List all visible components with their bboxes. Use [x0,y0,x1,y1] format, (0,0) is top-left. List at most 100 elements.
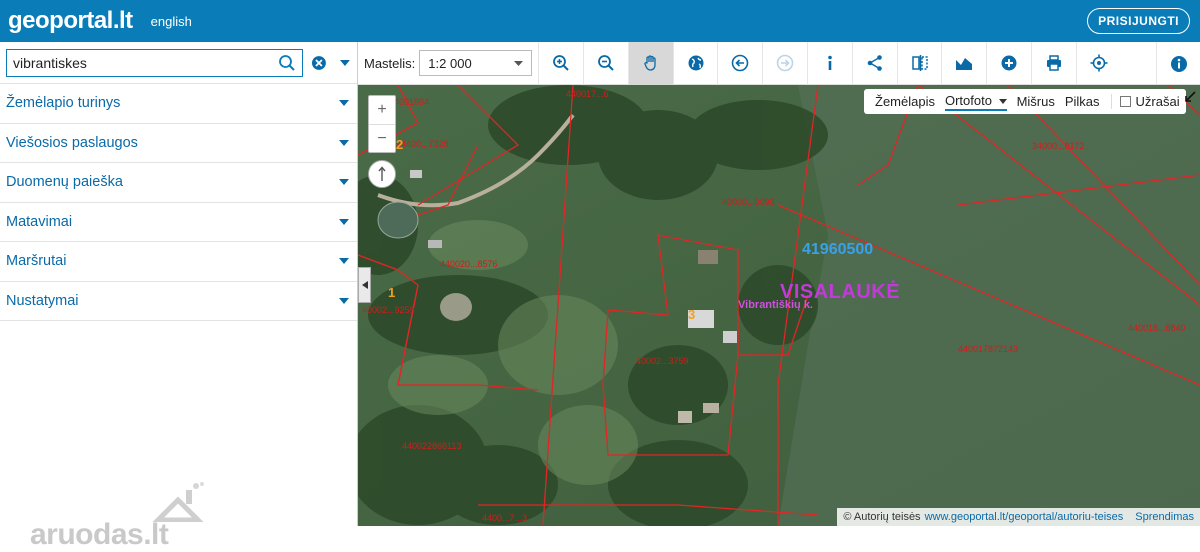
chevron-down-icon [998,98,1007,104]
plot-number-label: 2 [396,137,404,152]
map-zoom-in-button[interactable]: + [369,96,395,124]
profile-button[interactable] [941,41,986,85]
search-dropdown-icon[interactable] [339,59,351,67]
expand-arrow-icon[interactable] [1184,91,1196,103]
menu-item-settings[interactable]: Nustatymai [0,282,357,321]
menu-item-label: Matavimai [6,213,73,230]
locate-icon [1090,54,1108,72]
copyright-link[interactable]: www.geoportal.lt/geoportal/autoriu-teise… [925,511,1124,523]
zoom-in-button[interactable] [538,41,583,85]
add-icon [1001,55,1017,71]
copyright-text: © Autorių teisės [843,511,921,523]
menu-item-routes[interactable]: Maršrutai [0,242,357,282]
scale-value: 1:2 000 [428,55,472,71]
share-icon [867,55,882,71]
zoom-out-icon [598,55,614,71]
chevron-down-icon [339,179,349,186]
language-switch[interactable]: english [151,14,192,29]
info-circle-icon [1170,55,1187,72]
scale-label: Mastelis: [364,55,416,71]
parcel-label: 4091694 [394,97,430,107]
basemap-option-label: Ortofoto [944,92,992,108]
parcel-label: 440017...6 [566,89,609,99]
geoportal-logo[interactable]: geoportal.lt [8,7,133,35]
menu-item-public-services[interactable]: Viešosios paslaugos [0,124,357,163]
locate-button[interactable] [1075,41,1121,85]
parcel-label: 40000...0098 [722,197,775,207]
zoom-in-icon [553,55,569,71]
basemap-option-mixed[interactable]: Mišrus [1017,94,1055,109]
menu-item-label: Nustatymai [6,292,79,309]
help-info-button[interactable] [1156,42,1200,85]
chevron-down-icon [514,60,524,66]
globe-icon [688,55,704,71]
parcel-label: 40002...3759 [636,356,689,366]
pan-hand-icon [644,55,656,71]
plot-number-label: 3 [688,307,696,322]
menu-item-label: Viešosios paslaugos [6,134,138,151]
add-button[interactable] [986,41,1031,85]
map-attribution: © Autorių teisės www.geoportal.lt/geopor… [837,508,1200,526]
globe-button[interactable] [672,41,718,85]
print-button[interactable] [1031,41,1076,85]
parcel-label: 440022868113 [402,441,462,451]
tool-buttons [538,41,1121,85]
print-icon [1046,55,1061,71]
search-row [0,42,357,84]
parcel-label: 40002...9259 [362,305,415,315]
parcel-label: 440017872143 [958,344,1019,354]
basemap-option-map[interactable]: Žemėlapis [875,94,935,109]
menu-item-label: Žemėlapio turinys [6,95,121,112]
compare-button[interactable] [896,41,942,85]
collapse-sidebar-button[interactable] [358,267,371,303]
labels-toggle-label: Užrašai [1135,94,1180,109]
parcel-label: 34000...8172 [1032,141,1085,151]
parcel-label: 24400...7328 [396,139,449,149]
chevron-down-icon [339,139,349,146]
basemap-switcher: Žemėlapis Ortofoto Mišrus Pilkas Užrašai [864,89,1186,114]
forward-button[interactable] [762,41,807,85]
zoom-out-button[interactable] [583,41,628,85]
parcel-label: 440020...8576 [440,259,498,269]
sidebar: Žemėlapio turinys Viešosios paslaugos Du… [0,42,358,551]
info-icon [828,55,832,70]
scale-select[interactable]: 1:2 000 [419,50,533,76]
menu-item-measurements[interactable]: Matavimai [0,203,357,242]
info-button[interactable] [807,41,852,85]
parcel-label: 4400...7...3 [482,513,528,523]
share-button[interactable] [851,41,897,85]
basemap-option-orthophoto[interactable]: Ortofoto [944,92,1007,111]
plot-number-label: 1 [388,285,396,300]
chevron-down-icon [339,258,349,265]
search-input[interactable] [13,54,279,71]
chevron-down-icon [339,297,349,304]
pan-button[interactable] [627,41,673,85]
chevron-left-icon [361,281,368,289]
menu-item-data-search[interactable]: Duomenų paieška [0,163,357,203]
labels-toggle[interactable]: Užrašai [1110,94,1180,109]
back-button[interactable] [717,41,762,85]
search-icon[interactable] [278,54,296,72]
clear-icon[interactable] [311,55,327,71]
labels-checkbox[interactable] [1119,96,1131,107]
village-label: Vibrantiškių k. [738,299,813,311]
search-box [6,48,304,77]
menu-item-label: Duomenų paieška [6,174,123,191]
login-button[interactable]: PRISIJUNGTI [1087,8,1190,34]
menu-item-map-content[interactable]: Žemėlapio turinys [0,84,357,124]
basemap-option-grey[interactable]: Pilkas [1065,94,1100,109]
north-arrow-button[interactable] [368,160,396,188]
chevron-down-icon [339,218,349,225]
north-arrow-icon [378,166,386,181]
map-zoom-out-button[interactable]: − [369,124,395,152]
cadastral-block-label: 41960500 [802,241,874,258]
watermark-text: aruodas.lt [30,518,169,551]
aruodas-watermark: aruodas.lt [30,482,210,552]
map-toolbar: Mastelis: 1:2 000 [358,41,1200,85]
solution-link[interactable]: Sprendimas [1135,511,1194,523]
menu-item-label: Maršrutai [6,253,67,270]
chevron-down-icon [339,100,349,107]
map-view[interactable]: 4091694 24400...7328 40000...0098 440020… [358,85,1200,526]
profile-icon [956,58,973,70]
house-watermark-icon [152,482,204,522]
